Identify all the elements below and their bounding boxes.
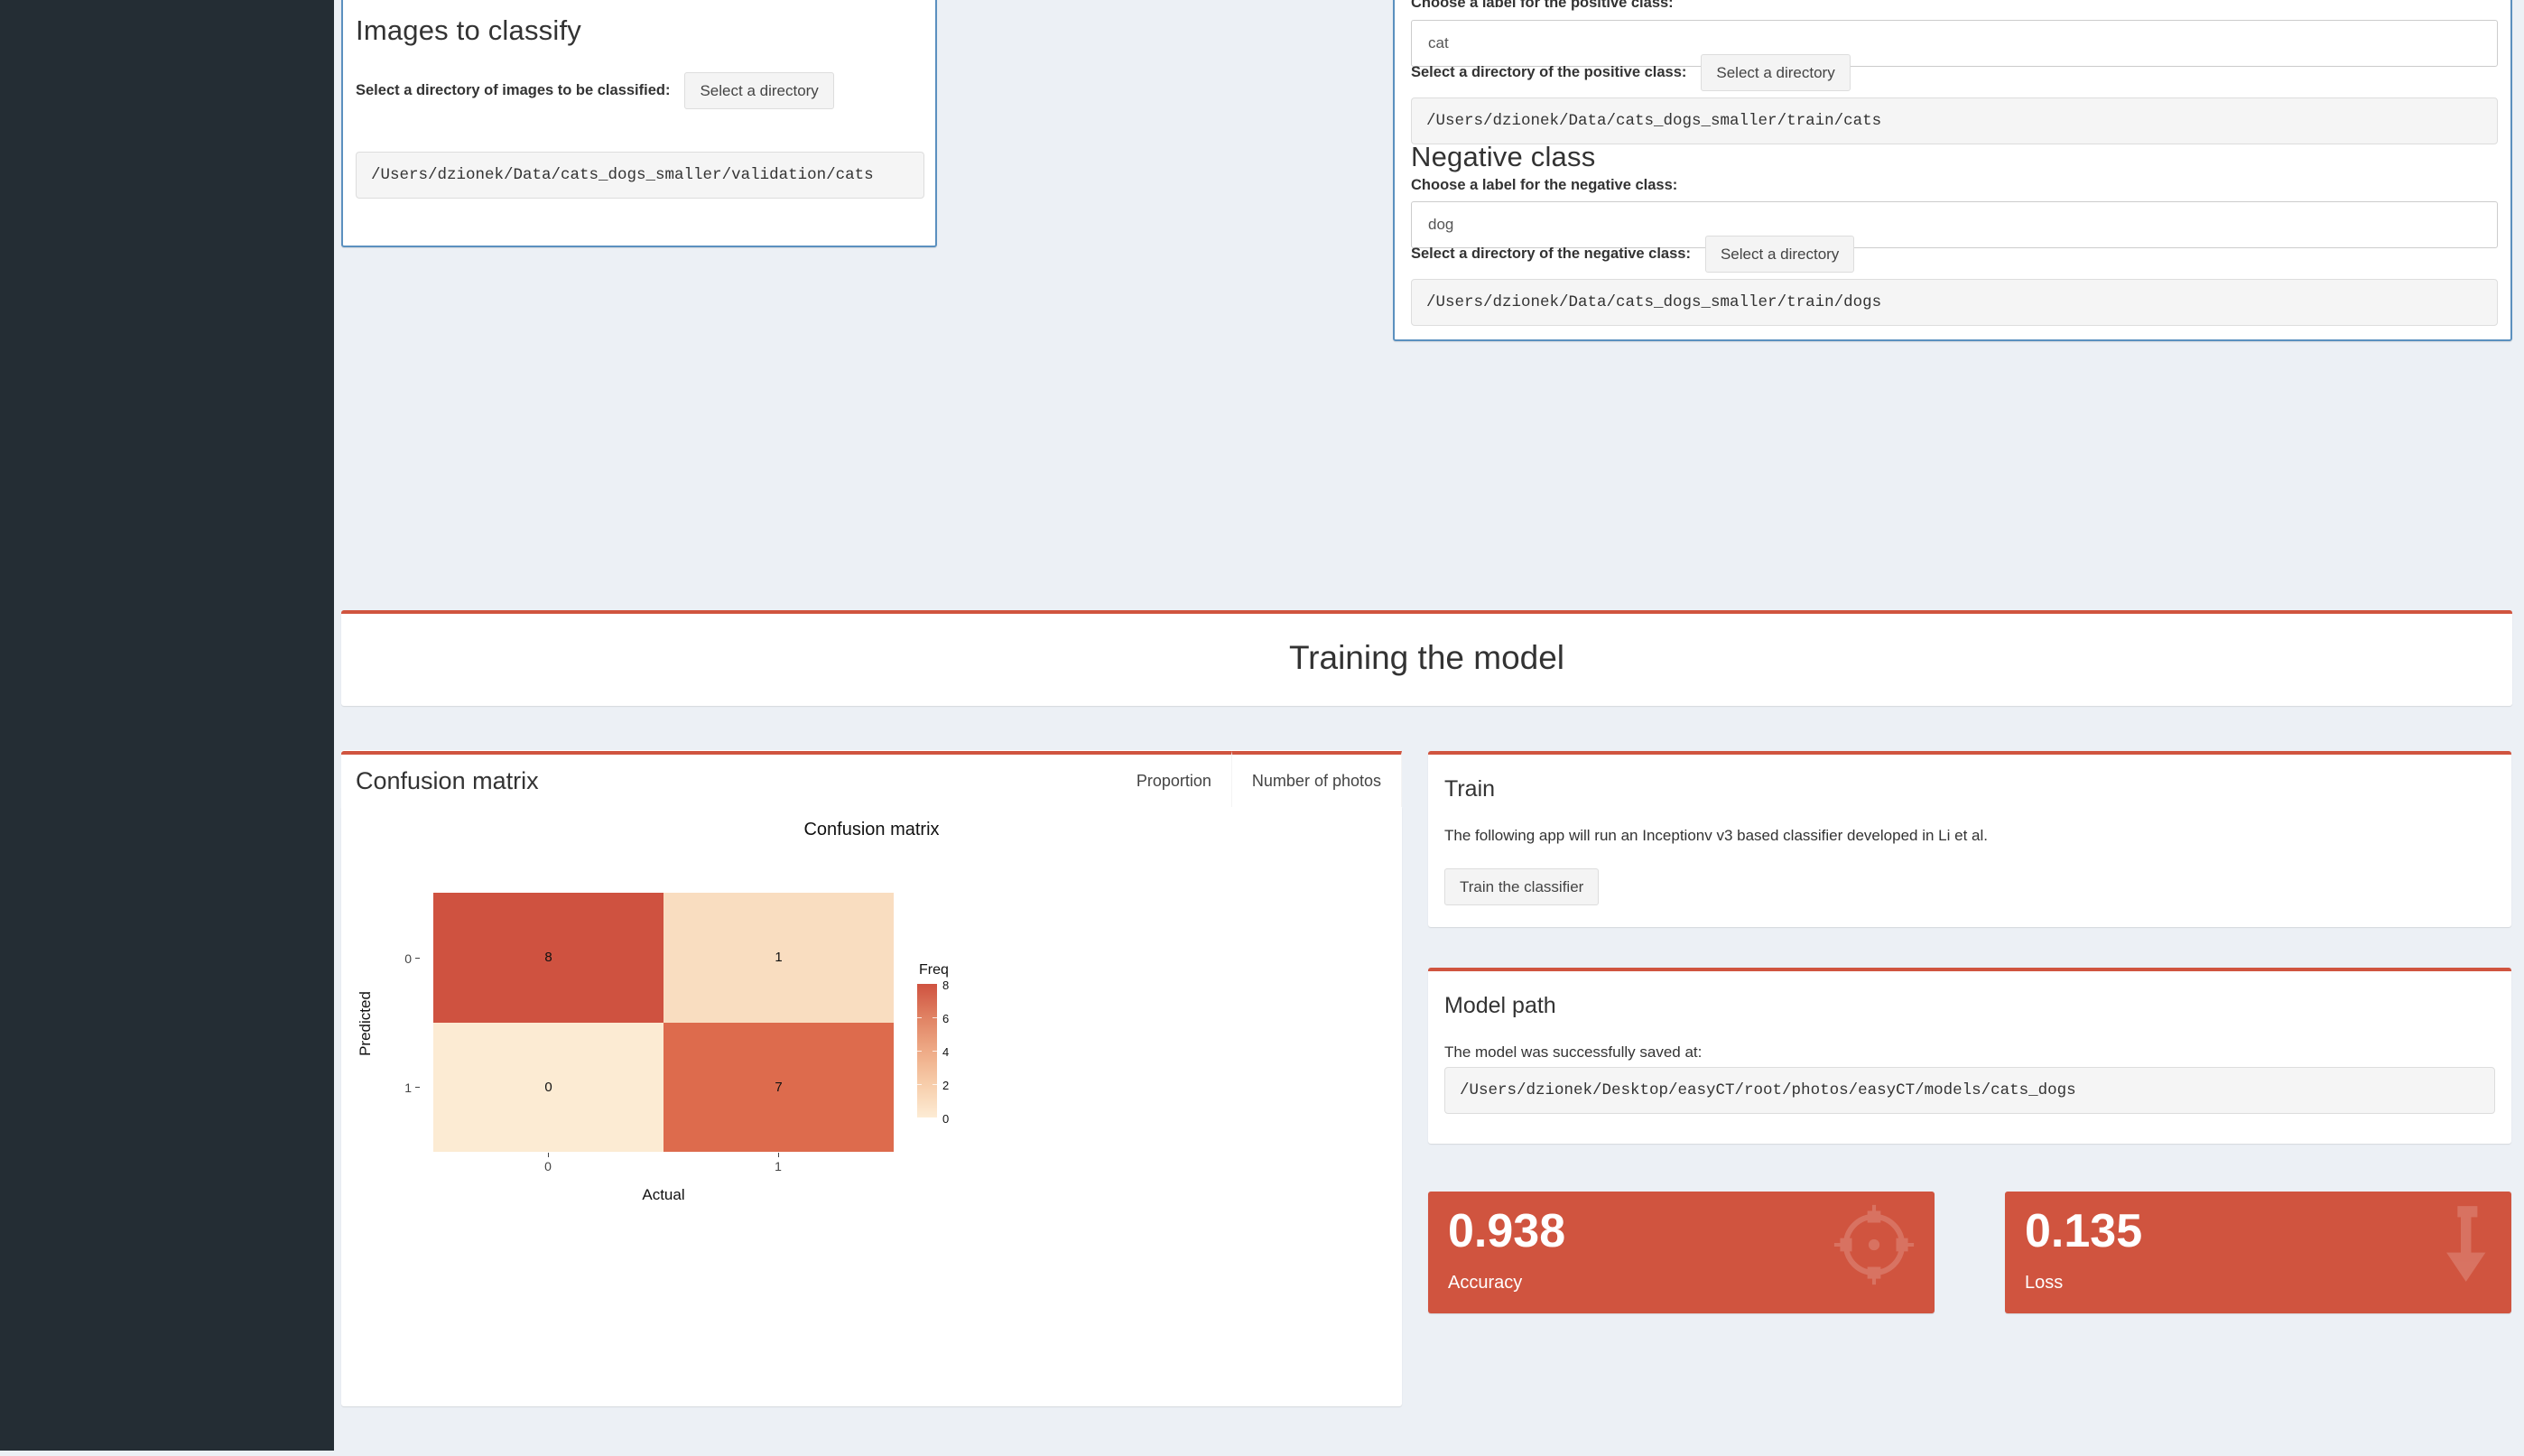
legend-title: Freq (919, 962, 949, 978)
tab-proportion[interactable]: Proportion (1117, 755, 1231, 807)
select-directory-button-negative[interactable]: Select a directory (1704, 236, 1855, 273)
heatmap-area: 8 1 0 7 (433, 893, 894, 1152)
selected-path-left: /Users/dzionek/Data/cats_dogs_smaller/va… (356, 152, 924, 199)
heatmap-cell-0-1: 1 (663, 893, 894, 1023)
select-directory-button-left[interactable]: Select a directory (684, 72, 834, 109)
train-the-classifier-button[interactable]: Train the classifier (1444, 868, 1600, 905)
legend-tick-mark-4b (933, 1051, 937, 1052)
y-tick-mark-0 (415, 958, 420, 959)
legend-tick-label-4: 4 (942, 1045, 950, 1059)
legend-tick-mark-4 (917, 1051, 922, 1052)
heatmap-cell-1-0: 0 (433, 1022, 663, 1152)
accuracy-value: 0.938 (1448, 1205, 1566, 1257)
positive-class-label-prompt: Choose a label for the positive class: (1411, 0, 1674, 11)
legend-tick-label-2: 2 (942, 1079, 950, 1092)
y-axis-label: Predicted (357, 991, 374, 1056)
legend-tick-label-6: 6 (942, 1012, 950, 1025)
legend-tick-label-0: 0 (942, 1112, 950, 1126)
loss-label: Loss (2025, 1273, 2064, 1293)
confusion-matrix-box-title: Confusion matrix (356, 766, 539, 794)
select-dir-label-positive: Select a directory of the positive class… (1411, 64, 1687, 80)
plot-title: Confusion matrix (803, 820, 940, 839)
sidebar (0, 0, 334, 1451)
select-dir-row-negative: Select a directory of the negative class… (1411, 236, 2498, 273)
crosshairs-icon (1830, 1201, 1918, 1294)
images-to-classify-title: Images to classify (356, 14, 581, 46)
legend-tick-mark-6 (917, 1017, 922, 1018)
accuracy-label: Accuracy (1448, 1273, 1523, 1293)
x-tick-label-1: 1 (775, 1159, 782, 1173)
negative-class-label-prompt: Choose a label for the negative class: (1411, 177, 1678, 193)
loss-value-box: 0.135 Loss (2005, 1192, 2511, 1313)
train-box-description: The following app will run an Inceptionv… (1444, 827, 1988, 844)
train-box-title: Train (1444, 776, 1496, 802)
legend-tick-mark-2 (917, 1084, 922, 1085)
main-content: Images to classify Select a directory of… (334, 0, 2524, 1456)
legend-tick-mark-6b (933, 1017, 937, 1018)
x-tick-label-0: 0 (544, 1159, 552, 1173)
select-dir-label-left: Select a directory of images to be class… (356, 82, 671, 98)
confusion-matrix-tab-body: Confusion matrix 8 1 0 7 0 1 0 1 Predict… (341, 807, 1402, 1406)
level-down-arrow-icon (2407, 1201, 2495, 1294)
class-config-card: Choose a label for the positive class: c… (1393, 0, 2512, 341)
training-section-header: Training the model (341, 610, 2512, 706)
model-path-value: /Users/dzionek/Desktop/easyCT/root/photo… (1444, 1067, 2495, 1114)
heatmap-cell-0-0: 8 (433, 893, 663, 1023)
training-section-title: Training the model (1288, 639, 1565, 676)
heatmap-cell-1-1: 7 (663, 1022, 894, 1152)
negative-class-title: Negative class (1411, 141, 1596, 172)
loss-value: 0.135 (2025, 1205, 2143, 1257)
confusion-matrix-tabs: Proportion Number of photos (1117, 751, 1402, 807)
select-dir-label-negative: Select a directory of the negative class… (1411, 246, 1691, 262)
train-box: Train The following app will run an Ince… (1428, 751, 2511, 927)
app-root: Images to classify Select a directory of… (0, 0, 2524, 1456)
confusion-matrix-box: Confusion matrix Proportion Number of ph… (341, 751, 1402, 1406)
y-tick-mark-1 (415, 1087, 420, 1088)
images-to-classify-card: Images to classify Select a directory of… (341, 0, 937, 247)
selected-path-positive: /Users/dzionek/Data/cats_dogs_smaller/tr… (1411, 97, 2498, 144)
model-path-description: The model was successfully saved at: (1444, 1043, 1703, 1061)
selected-path-negative: /Users/dzionek/Data/cats_dogs_smaller/tr… (1411, 279, 2498, 326)
model-path-box-title: Model path (1444, 993, 1556, 1018)
x-tick-mark-1 (778, 1153, 779, 1157)
y-tick-label-1: 1 (404, 1080, 412, 1095)
tab-number-of-photos[interactable]: Number of photos (1230, 751, 1402, 807)
legend-tick-label-8: 8 (942, 978, 950, 992)
confusion-matrix-plot: Confusion matrix 8 1 0 7 0 1 0 1 Predict… (341, 807, 1402, 1406)
x-tick-mark-0 (548, 1153, 549, 1157)
confusion-matrix-tab-header: Confusion matrix Proportion Number of ph… (341, 751, 1402, 807)
legend-tick-mark-2b (933, 1084, 937, 1085)
x-axis-label: Actual (642, 1186, 685, 1203)
select-dir-row-positive: Select a directory of the positive class… (1411, 54, 2498, 91)
accuracy-value-box: 0.938 Accuracy (1428, 1192, 1935, 1313)
model-path-box: Model path The model was successfully sa… (1428, 968, 2511, 1144)
select-directory-button-positive[interactable]: Select a directory (1701, 54, 1851, 91)
select-dir-row-left: Select a directory of images to be class… (356, 72, 924, 109)
y-tick-label-0: 0 (404, 951, 412, 966)
